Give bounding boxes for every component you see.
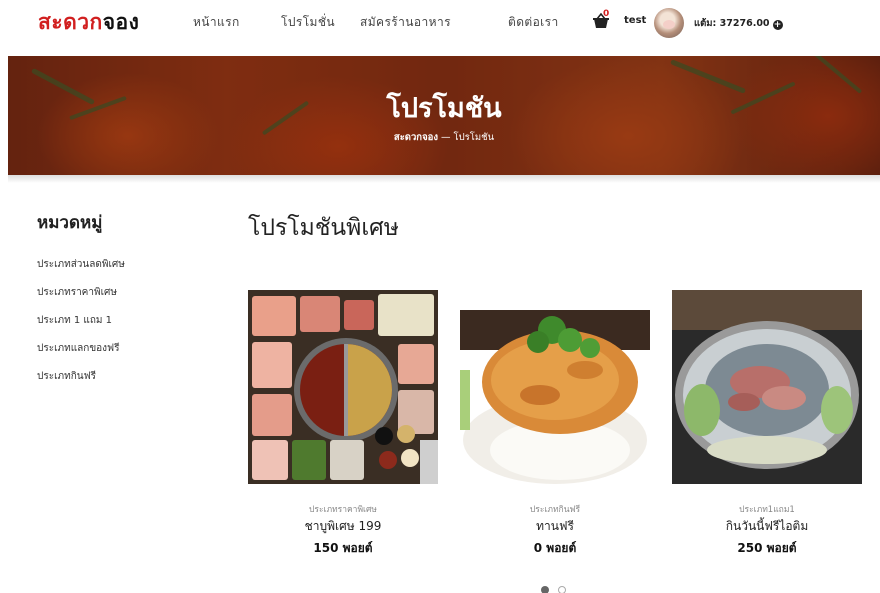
logo-part-red: สะดวก: [38, 10, 103, 34]
carousel-dot-2[interactable]: [558, 586, 566, 593]
promo-points: 0 พอยต์: [533, 541, 577, 555]
nav-promotions[interactable]: โปรโมชั่น: [281, 13, 335, 32]
points-balance: แต้ม: 37276.00 +: [694, 16, 783, 31]
banner-shadow: [8, 175, 880, 183]
username[interactable]: test: [624, 15, 646, 26]
promo-category: ประเภทราคาพิเศษ: [309, 505, 377, 515]
logo-part-dark: จอง: [102, 10, 140, 34]
promo-name[interactable]: ทานฟรี: [460, 517, 650, 536]
carousel-dot-1[interactable]: [541, 586, 549, 593]
breadcrumb: สะดวกจอง — โปรโมชัน: [8, 130, 880, 145]
nav-register-restaurant[interactable]: สมัครร้านอาหาร: [360, 13, 451, 32]
promo-name[interactable]: ชาบูพิเศษ 199: [248, 517, 438, 536]
breadcrumb-current: โปรโมชัน: [453, 132, 495, 143]
promo-image-shabu[interactable]: [248, 290, 438, 484]
category-special-price[interactable]: ประเภทราคาพิเศษ: [37, 285, 117, 300]
promo-image-omelette[interactable]: [460, 290, 650, 484]
page-title: โปรโมชัน: [386, 93, 502, 124]
points-text: แต้ม: 37276.00: [694, 18, 770, 29]
breadcrumb-home[interactable]: สะดวกจอง: [394, 132, 438, 143]
category-heading: หมวดหมู่: [37, 213, 103, 233]
cart-count-badge: 0: [603, 9, 610, 19]
site-logo[interactable]: สะดวกจอง: [38, 6, 139, 39]
category-buy1get1[interactable]: ประเภท 1 แถม 1: [37, 313, 112, 328]
nav-contact[interactable]: ติดต่อเรา: [508, 13, 559, 32]
avatar[interactable]: [654, 8, 684, 38]
promo-category: ประเภท1แถม1: [739, 505, 795, 515]
promo-points: 150 พอยต์: [313, 541, 373, 555]
nav-home[interactable]: หน้าแรก: [193, 13, 240, 32]
category-free-gift[interactable]: ประเภทแลกของฟรี: [37, 341, 120, 356]
promo-points: 250 พอยต์: [737, 541, 797, 555]
promo-category: ประเภทกินฟรี: [529, 505, 581, 515]
section-title: โปรโมชันพิเศษ: [248, 215, 399, 241]
top-navbar: สะดวกจอง หน้าแรก โปรโมชั่น สมัครร้านอาหา…: [0, 0, 880, 45]
breadcrumb-separator: —: [441, 132, 451, 143]
add-points-icon[interactable]: +: [772, 20, 783, 30]
page-banner: โปรโมชัน สะดวกจอง — โปรโมชัน: [8, 56, 880, 175]
category-discount[interactable]: ประเภทส่วนลดพิเศษ: [37, 257, 125, 272]
promo-name[interactable]: กินวันนี้ฟรีไอติม: [672, 517, 862, 536]
promo-image-mookata[interactable]: [672, 290, 862, 484]
category-eat-free[interactable]: ประเภทกินฟรี: [37, 369, 96, 384]
